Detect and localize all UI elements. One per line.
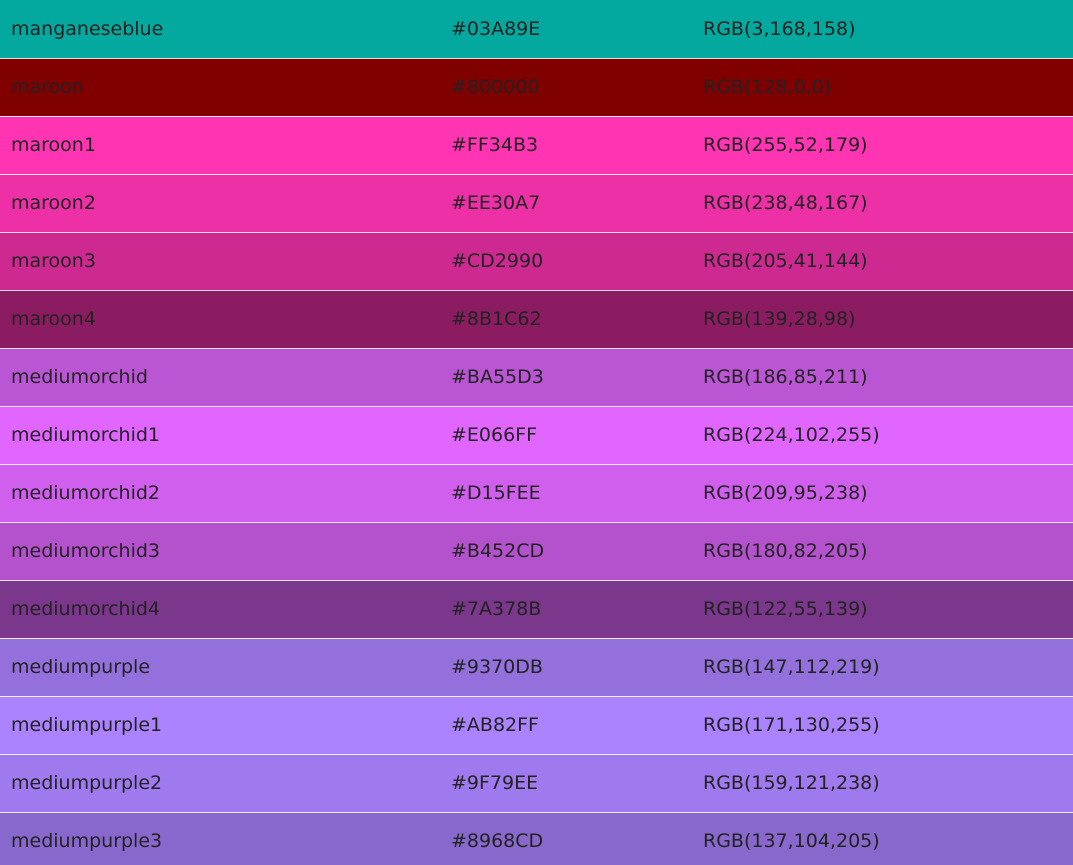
- color-name: mediumpurple: [0, 638, 451, 697]
- color-hex: #7A378B: [451, 580, 703, 639]
- color-row: maroon4 #8B1C62 RGB(139,28,98): [0, 290, 1073, 349]
- color-rgb: RGB(255,52,179): [703, 116, 1073, 175]
- color-rgb: RGB(180,82,205): [703, 522, 1073, 581]
- color-row: mediumorchid #BA55D3 RGB(186,85,211): [0, 348, 1073, 407]
- color-hex: #FF34B3: [451, 116, 703, 175]
- color-hex: #03A89E: [451, 0, 703, 59]
- color-rgb: RGB(205,41,144): [703, 232, 1073, 291]
- color-rgb: RGB(137,104,205): [703, 830, 880, 853]
- color-row: mediumpurple1 #AB82FF RGB(171,130,255): [0, 696, 1073, 755]
- color-row: manganeseblue #03A89E RGB(3,168,158): [0, 0, 1073, 59]
- color-rgb: RGB(186,85,211): [703, 348, 1073, 407]
- color-hex: #BA55D3: [451, 348, 703, 407]
- color-swatch-list: manganeseblue #03A89E RGB(3,168,158) mar…: [0, 0, 1073, 865]
- color-hex: #9F79EE: [451, 754, 703, 813]
- color-name: mediumorchid4: [0, 580, 451, 639]
- color-hex: #B452CD: [451, 522, 703, 581]
- color-name: mediumpurple2: [0, 754, 451, 813]
- color-hex: #EE30A7: [451, 174, 703, 233]
- color-row: mediumorchid4 #7A378B RGB(122,55,139): [0, 580, 1073, 639]
- color-name: manganeseblue: [0, 0, 451, 59]
- color-name: mediumpurple1: [0, 696, 451, 755]
- color-hex: #8968CD: [451, 830, 544, 853]
- color-rgb: RGB(171,130,255): [703, 696, 1073, 755]
- color-rgb: RGB(238,48,167): [703, 174, 1073, 233]
- color-hex: #8B1C62: [451, 290, 703, 349]
- color-name: maroon4: [0, 290, 451, 349]
- color-rgb: RGB(3,168,158): [703, 0, 1073, 59]
- color-name: maroon2: [0, 174, 451, 233]
- color-rgb: RGB(224,102,255): [703, 406, 1073, 465]
- color-row: mediumorchid1 #E066FF RGB(224,102,255): [0, 406, 1073, 465]
- color-hex: #D15FEE: [451, 464, 703, 523]
- color-hex: #CD2990: [451, 232, 703, 291]
- color-rgb: RGB(122,55,139): [703, 580, 1073, 639]
- color-hex: #E066FF: [451, 406, 703, 465]
- color-name: mediumorchid1: [0, 406, 451, 465]
- color-name: mediumorchid: [0, 348, 451, 407]
- color-hex: #9370DB: [451, 638, 703, 697]
- color-row: maroon3 #CD2990 RGB(205,41,144): [0, 232, 1073, 291]
- color-row: maroon #800000 RGB(128,0,0): [0, 58, 1073, 117]
- color-name: maroon3: [0, 232, 451, 291]
- color-rgb: RGB(139,28,98): [703, 290, 1073, 349]
- color-name: maroon: [0, 58, 451, 117]
- color-name: mediumpurple3: [11, 830, 163, 853]
- color-hex: #AB82FF: [451, 696, 703, 755]
- color-rgb: RGB(159,121,238): [703, 754, 1073, 813]
- color-name: mediumorchid3: [0, 522, 451, 581]
- color-row: mediumorchid3 #B452CD RGB(180,82,205): [0, 522, 1073, 581]
- color-row: mediumpurple2 #9F79EE RGB(159,121,238): [0, 754, 1073, 813]
- color-row: mediumpurple #9370DB RGB(147,112,219): [0, 638, 1073, 697]
- color-hex: #800000: [451, 58, 703, 117]
- color-row: maroon1 #FF34B3 RGB(255,52,179): [0, 116, 1073, 175]
- color-rgb: RGB(209,95,238): [703, 464, 1073, 523]
- color-name: mediumorchid2: [0, 464, 451, 523]
- color-rgb: RGB(128,0,0): [703, 58, 1073, 117]
- color-row: mediumorchid2 #D15FEE RGB(209,95,238): [0, 464, 1073, 523]
- color-row: mediumpurple3 #8968CD RGB(137,104,205): [0, 812, 1073, 865]
- color-row: maroon2 #EE30A7 RGB(238,48,167): [0, 174, 1073, 233]
- color-swatch-table: manganeseblue #03A89E RGB(3,168,158) mar…: [0, 0, 1073, 865]
- color-rgb: RGB(147,112,219): [703, 638, 1073, 697]
- color-name: maroon1: [0, 116, 451, 175]
